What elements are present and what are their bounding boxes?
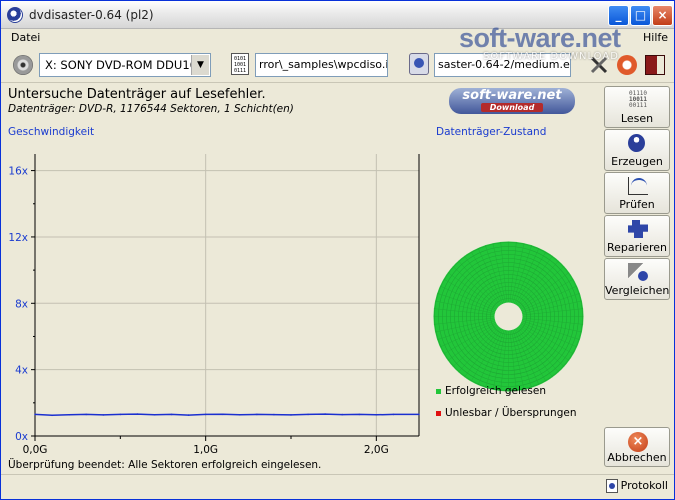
logo-subtext: Download <box>481 103 543 112</box>
chart-point <box>418 413 420 416</box>
chart-point <box>187 414 190 416</box>
chart-point <box>290 414 292 416</box>
create-button[interactable]: Erzeugen <box>604 129 670 171</box>
chart-point <box>358 413 361 416</box>
chart-point <box>392 413 395 416</box>
create-icon <box>628 134 645 152</box>
watermark-text: soft-ware.net <box>459 23 621 53</box>
legend-label-ok: Erfolgreich gelesen <box>445 385 546 397</box>
check-button-label: Prüfen <box>619 198 655 211</box>
logo-text: soft-ware.net <box>462 88 562 103</box>
action-sidebar: 01110 10011 00111 Lesen Erzeugen Prüfen Re… <box>601 84 674 474</box>
chart-point <box>170 413 173 416</box>
chart-point <box>256 413 258 416</box>
disc-panel-title: Datenträger-Zustand <box>436 126 547 138</box>
check-icon <box>628 177 648 195</box>
chart-point <box>51 414 53 417</box>
chart-x-tick-label: 2,0G <box>364 444 389 456</box>
check-button[interactable]: Prüfen <box>604 172 670 214</box>
chart-point <box>239 413 241 416</box>
chart-y-tick-label: 16x <box>8 166 28 178</box>
chart-point <box>204 413 207 416</box>
abort-icon: × <box>628 432 648 452</box>
chart-point <box>85 413 87 416</box>
chart-y-tick-label: 8x <box>15 298 28 310</box>
app-window: dvdisaster-0.64 (pl2) _ □ × Datei Hilfe … <box>0 0 675 500</box>
log-button-label: Protokoll <box>620 479 668 492</box>
status-bar: Protokoll <box>1 474 674 499</box>
chevron-down-icon[interactable]: ▼ <box>191 55 209 75</box>
chart-point <box>341 413 344 416</box>
menu-file[interactable]: Datei <box>11 31 40 44</box>
chart-point <box>34 413 36 416</box>
image-file-field[interactable]: rror\_samples\wpcdiso.iso <box>255 53 388 77</box>
log-button[interactable]: Protokoll <box>605 479 668 493</box>
compare-button[interactable]: Vergleichen <box>604 258 670 300</box>
legend-item-ok: Erfolgreich gelesen <box>436 385 546 397</box>
watermark-subtext: SOFTWARE DOWNLOAD <box>483 51 619 62</box>
chart-point <box>153 413 156 416</box>
chart-x-tick-label: 1,0G <box>193 444 218 456</box>
compare-button-label: Vergleichen <box>605 284 670 297</box>
drive-icon <box>13 55 33 75</box>
ecc-file-icon[interactable] <box>409 53 429 75</box>
chart-point <box>119 413 122 416</box>
chart-point <box>102 414 105 416</box>
log-icon <box>605 479 618 493</box>
compare-icon <box>628 263 648 281</box>
chart-point <box>375 413 378 416</box>
drive-select-value: X: SONY DVD-ROM DDU162 <box>45 58 205 72</box>
disc-map <box>433 241 584 392</box>
abort-button-label: Abbrechen <box>607 451 667 464</box>
drive-select[interactable]: X: SONY DVD-ROM DDU162 ▼ <box>39 53 211 77</box>
read-button-label: Lesen <box>620 112 654 125</box>
close-button[interactable]: × <box>652 5 673 26</box>
page-title: Untersuche Datenträger auf Lesefehler. <box>8 87 266 102</box>
repair-button-label: Reparieren <box>606 241 667 254</box>
disc-hole <box>494 302 523 331</box>
speed-panel-title: Geschwindigkeit <box>8 126 95 138</box>
abort-button[interactable]: × Abbrechen <box>604 427 670 467</box>
chart-y-tick-label: 12x <box>8 232 28 244</box>
menu-help[interactable]: Hilfe <box>643 31 668 44</box>
legend-item-error: Unlesbar / Übersprungen <box>436 407 577 419</box>
quit-icon[interactable] <box>645 55 665 75</box>
maximize-button[interactable]: □ <box>630 5 651 26</box>
chart-plot-area <box>35 154 419 436</box>
chart-point <box>324 413 326 415</box>
chart-y-tick-label: 0x <box>15 431 28 443</box>
read-button[interactable]: 01110 10011 00111 Lesen <box>604 86 670 128</box>
repair-button[interactable]: Reparieren <box>604 215 670 257</box>
chart-point <box>136 413 139 415</box>
image-file-icon[interactable]: 0101 1001 0111 <box>231 53 249 75</box>
main-panel: Untersuche Datenträger auf Lesefehler. D… <box>1 84 600 474</box>
create-button-label: Erzeugen <box>611 155 663 168</box>
logo: soft-ware.net Download <box>449 88 575 114</box>
chart-point <box>273 413 275 416</box>
chart-point <box>307 413 309 416</box>
legend-swatch-error <box>436 410 441 416</box>
chart-point <box>68 413 70 416</box>
legend-swatch-ok <box>436 388 441 394</box>
chart-x-tick-label: 0,0G <box>23 444 48 456</box>
repair-icon <box>628 220 648 238</box>
chart-series-line <box>34 413 419 417</box>
window-title: dvdisaster-0.64 (pl2) <box>29 8 154 22</box>
app-icon <box>7 7 23 23</box>
chart-y-tick-label: 4x <box>15 365 28 377</box>
chart-point <box>221 413 224 416</box>
legend-label-error: Unlesbar / Übersprungen <box>445 407 577 419</box>
help-icon[interactable] <box>617 55 637 75</box>
speed-chart: 0x 4x 8x 12x 16x 0,0G 1,0G 2,0G <box>8 154 420 456</box>
medium-info: Datenträger: DVD-R, 1176544 Sektoren, 1 … <box>8 103 294 115</box>
status-text: Überprüfung beendet: Alle Sektoren erfol… <box>8 459 322 471</box>
read-icon: 01110 10011 00111 <box>628 90 648 109</box>
